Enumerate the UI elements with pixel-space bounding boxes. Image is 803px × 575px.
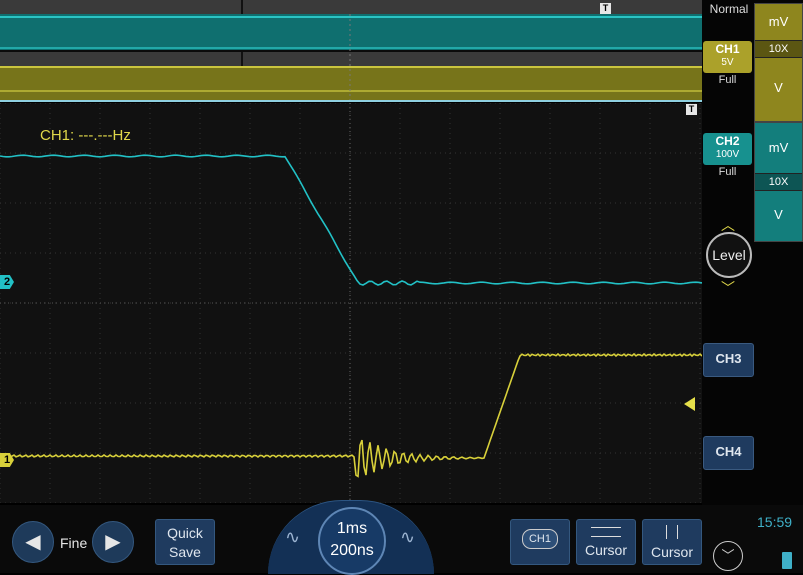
chevron-down-icon: ﹀	[721, 548, 735, 563]
vertical-cursor-label: Cursor	[650, 544, 693, 560]
vertical-cursor-button[interactable]: Cursor	[642, 519, 702, 565]
sine-wave-right-icon[interactable]: ∿	[400, 527, 415, 548]
horizontal-cursor-button[interactable]: Cursor	[576, 519, 636, 565]
vertical-cursor-icon	[666, 525, 678, 539]
scroll-right-button[interactable]: ▶	[92, 521, 134, 563]
ch1-scale: 5V	[721, 57, 734, 68]
ch2-scale: 100V	[715, 149, 740, 160]
fine-label[interactable]: Fine	[60, 535, 87, 551]
ch1-waveform	[0, 352, 702, 478]
ch3-button[interactable]: CH3	[703, 343, 754, 377]
ch1-unit-selector[interactable]: mV 10X V	[754, 3, 803, 122]
ch4-button[interactable]: CH4	[703, 436, 754, 470]
trigger-position-marker[interactable]: T	[600, 3, 611, 14]
ch2-bandwidth: Full	[718, 166, 737, 178]
sine-wave-left-icon[interactable]: ∿	[285, 527, 300, 548]
quick-save-line1: Quick	[167, 525, 203, 541]
clock: 15:59	[757, 514, 793, 530]
battery-icon	[782, 552, 792, 569]
ch1-button[interactable]: CH1 5V	[703, 41, 752, 73]
ch1-probe-10x[interactable]: 10X	[755, 40, 802, 58]
quick-save-button[interactable]: Quick Save	[155, 519, 215, 565]
waveform-overview[interactable]	[0, 0, 702, 102]
ch1-label: CH1	[715, 42, 740, 56]
sample-interval: 200ns	[330, 542, 374, 559]
channel-select-button[interactable]: CH1	[510, 519, 570, 565]
ch2-unit-mv[interactable]: mV	[755, 123, 802, 173]
ch1-unit-v[interactable]: V	[755, 58, 802, 118]
scroll-left-button[interactable]: ◀	[12, 521, 54, 563]
ch2-waveform	[0, 154, 702, 286]
ch1-chip-icon: CH1	[522, 529, 558, 549]
triangle-right-icon: ▶	[105, 531, 121, 553]
horizontal-cursor-label: Cursor	[584, 542, 627, 558]
frequency-measurement: CH1: ---.---Hz	[40, 127, 131, 144]
timebase-value: 1ms	[336, 520, 368, 537]
ch1-unit-mv[interactable]: mV	[755, 4, 802, 40]
horizontal-cursor-icon	[591, 527, 621, 537]
ch2-label: CH2	[715, 134, 740, 148]
trigger-level-down-icon[interactable]: ﹀	[708, 278, 748, 298]
ch1-bandwidth: Full	[718, 74, 737, 86]
trigger-marker-main[interactable]: T	[686, 104, 697, 115]
trigger-level-marker[interactable]	[684, 397, 695, 411]
trigger-mode[interactable]: Normal	[706, 2, 752, 16]
menu-expand-button[interactable]: ﹀	[713, 541, 743, 571]
triangle-left-icon: ◀	[25, 531, 41, 553]
ch2-unit-selector[interactable]: mV 10X V	[754, 122, 803, 242]
trigger-level-button[interactable]: Level	[706, 232, 752, 278]
ch2-button[interactable]: CH2 100V	[703, 133, 752, 165]
ch2-probe-10x[interactable]: 10X	[755, 173, 802, 191]
timebase-readout[interactable]: 1ms 200ns	[318, 507, 386, 575]
ch2-unit-v[interactable]: V	[755, 191, 802, 239]
waveform-display[interactable]	[0, 103, 702, 503]
quick-save-line2: Save	[169, 544, 201, 560]
